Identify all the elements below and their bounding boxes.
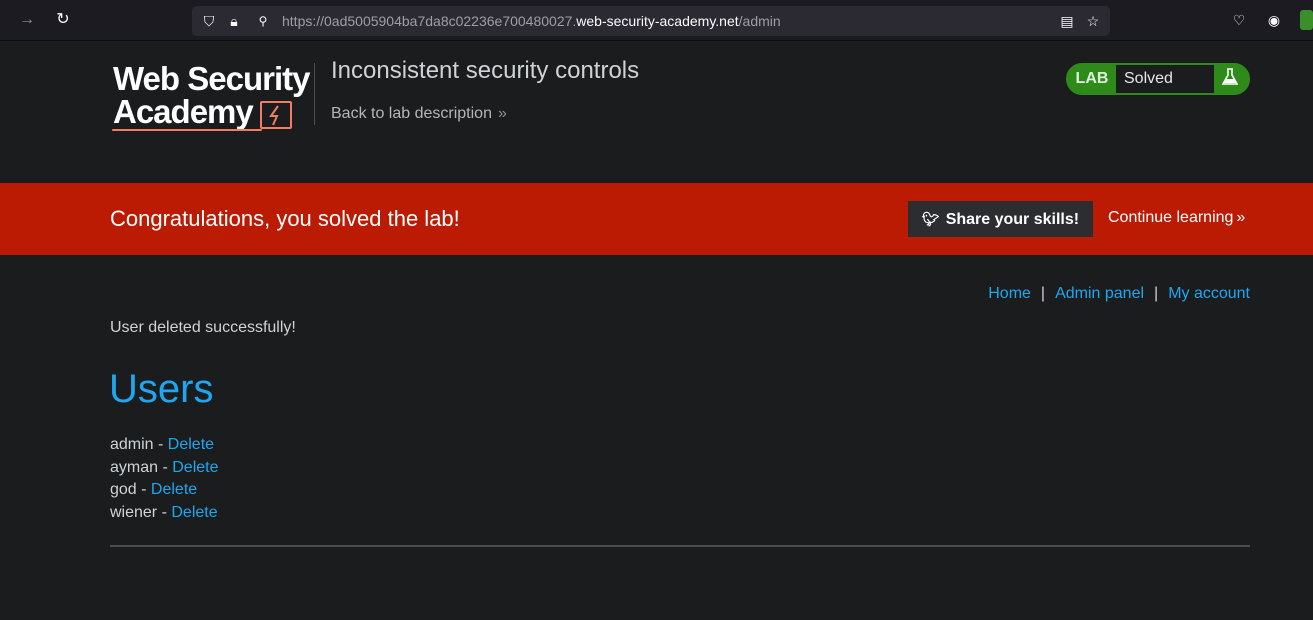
page-title: Users <box>109 367 214 411</box>
status-message: User deleted successfully! <box>110 319 296 336</box>
main-content: Home | Admin panel | My account User deleted… <box>0 255 1313 620</box>
lab-status-badge: LAB Solved <box>1066 63 1250 95</box>
delete-user-link[interactable]: Delete <box>151 481 197 498</box>
divider <box>110 545 1250 547</box>
bookmark-star-icon[interactable]: ☆ <box>1084 12 1102 30</box>
congratulations-message: Congratulations, you solved the lab! <box>110 206 460 231</box>
list-item: ayman - Delete <box>110 458 219 476</box>
back-to-lab-link[interactable]: Back to lab description» <box>331 105 507 123</box>
browser-toolbar: → ↻ ⛉ 🔒︎ ⚲ https://0ad5005904ba7da8c0223… <box>0 0 1313 41</box>
flask-icon <box>1218 68 1242 90</box>
logo-line2: Academy <box>113 93 254 130</box>
chevron-right-icon: » <box>497 105 507 122</box>
lock-icon[interactable]: 🔒︎ <box>225 12 243 30</box>
url-text[interactable]: https://0ad5005904ba7da8c02236e700480027… <box>282 13 781 29</box>
extension-badge-icon[interactable] <box>1300 10 1313 30</box>
user-name: wiener <box>110 504 158 522</box>
nav-admin-panel-link[interactable]: Admin panel <box>1055 285 1144 302</box>
share-skills-button[interactable]: 🐦︎ Share your skills! <box>908 201 1093 237</box>
list-item: wiener - Delete <box>110 504 218 522</box>
nav-home-link[interactable]: Home <box>988 285 1031 302</box>
delete-user-link[interactable]: Delete <box>172 459 218 476</box>
page-header: Web Security Academy Inconsistent securi… <box>0 41 1313 183</box>
logo-underline <box>112 129 262 131</box>
solved-banner: Congratulations, you solved the lab! 🐦︎ S… <box>0 183 1313 255</box>
logo-line1: Web Security <box>113 60 310 97</box>
web-security-academy-logo[interactable]: Web Security Academy <box>110 61 310 133</box>
forward-icon[interactable]: → <box>17 10 37 30</box>
user-name: god <box>110 481 137 499</box>
twitter-icon: 🐦︎ <box>921 211 940 227</box>
delete-user-link[interactable]: Delete <box>171 504 217 521</box>
share-label: Share your skills! <box>945 211 1080 228</box>
logo-bolt-icon <box>260 101 292 129</box>
lab-tag: LAB <box>1075 70 1109 87</box>
reader-view-icon[interactable]: ▤ <box>1058 12 1076 30</box>
pocket-icon[interactable]: ♡ <box>1229 10 1249 30</box>
address-bar[interactable]: ⛉ 🔒︎ ⚲ https://0ad5005904ba7da8c02236e70… <box>192 6 1110 36</box>
top-nav: Home | Admin panel | My account <box>988 285 1250 303</box>
continue-learning-link[interactable]: Continue learning» <box>1108 209 1245 227</box>
nav-separator: | <box>1040 285 1046 302</box>
reload-icon[interactable]: ↻ <box>53 10 73 30</box>
header-divider <box>314 63 315 125</box>
chevron-right-icon: » <box>1236 209 1246 226</box>
permissions-icon[interactable]: ⚲ <box>254 12 272 30</box>
list-item: admin - Delete <box>110 436 215 453</box>
extension-icon[interactable]: ◉ <box>1264 10 1284 30</box>
nav-separator: | <box>1154 285 1159 302</box>
user-list: admin - Delete ayman - Delete god - Dele… <box>110 434 219 525</box>
user-name: ayman <box>110 458 159 476</box>
shield-icon[interactable]: ⛉ <box>200 12 218 30</box>
lab-state: Solved <box>1116 65 1214 93</box>
lab-title: Inconsistent security controls <box>331 57 640 84</box>
list-item: god - Delete <box>110 481 198 499</box>
delete-user-link[interactable]: Delete <box>168 436 214 453</box>
nav-my-account-link[interactable]: My account <box>1168 285 1250 302</box>
user-name: admin <box>110 436 154 453</box>
